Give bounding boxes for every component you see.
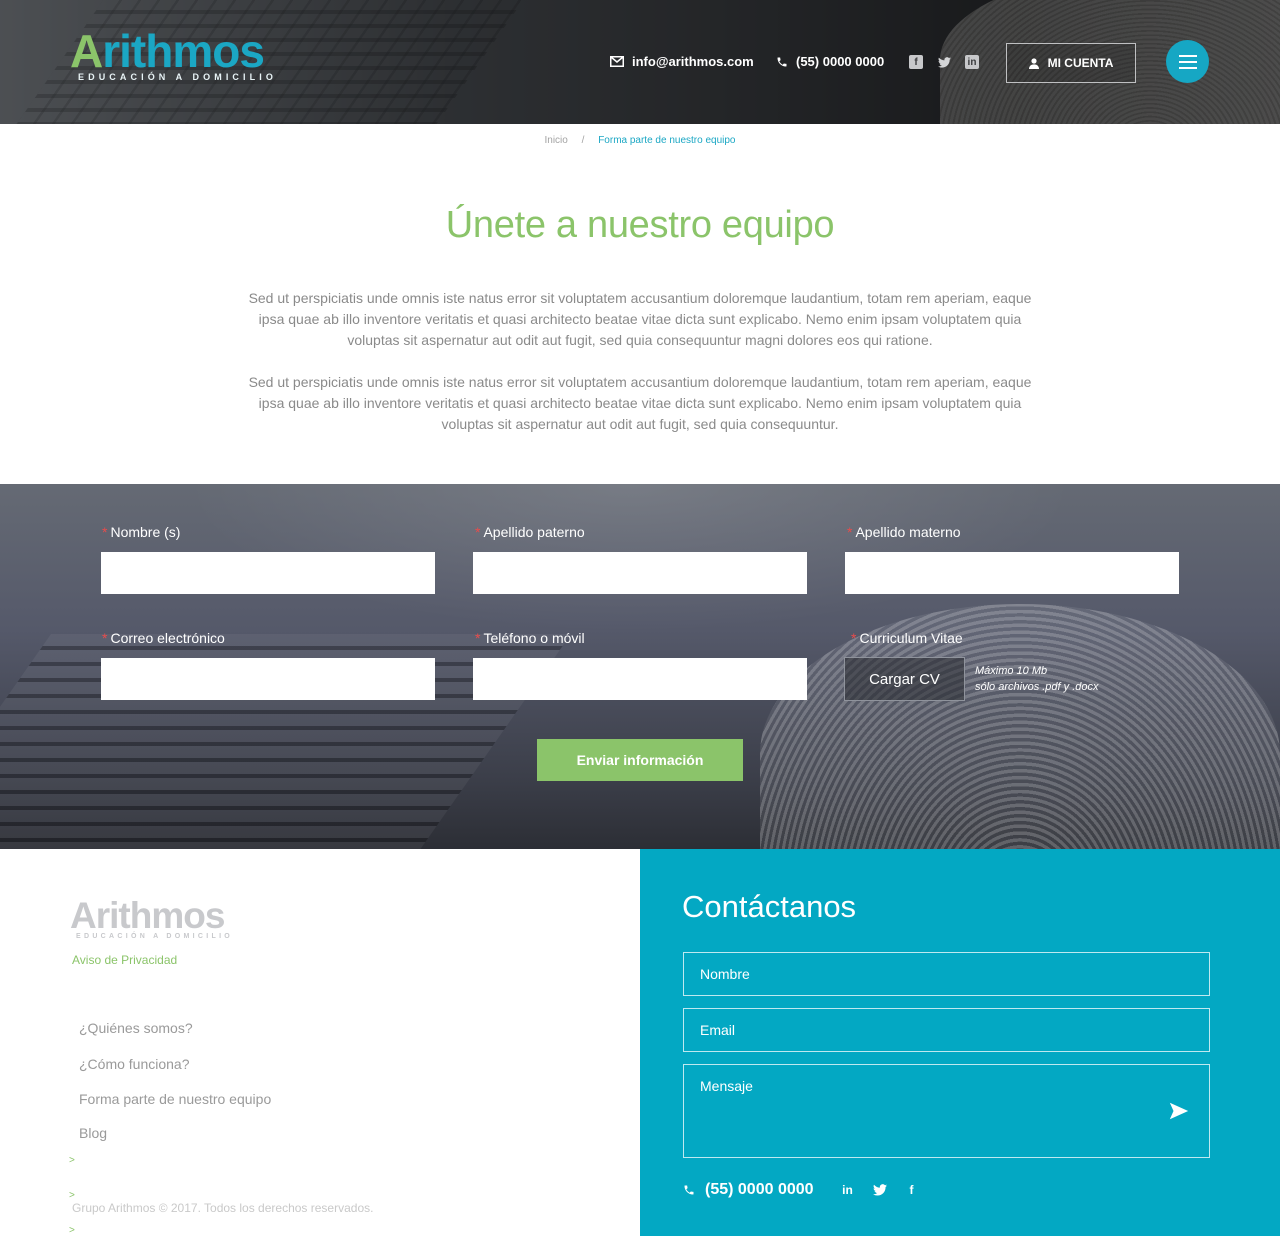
logo-tagline: EDUCACIÓN A DOMICILIO [78, 72, 277, 82]
upload-cv-button[interactable]: Cargar CV [844, 657, 965, 701]
footer-left: Arithmos EDUCACIÓN A DOMICILIO Aviso de … [0, 849, 640, 1236]
privacy-notice-link[interactable]: Aviso de Privacidad [72, 953, 177, 967]
phone-icon [777, 57, 787, 66]
header-phone-link[interactable]: (55) 0000 0000 [776, 54, 884, 69]
background-book-image [760, 604, 1280, 849]
site-logo[interactable]: Arithmos EDUCACIÓN A DOMICILIO [70, 26, 282, 86]
email-label: * Correo electrónico [102, 630, 225, 646]
required-mark: * [847, 524, 853, 540]
linkedin-icon[interactable]: in [840, 1182, 855, 1198]
contact-message-field[interactable]: Mensaje [683, 1064, 1210, 1158]
phone-field[interactable] [473, 658, 807, 700]
email-field[interactable] [101, 658, 435, 700]
my-account-label: MI CUENTA [1047, 56, 1114, 70]
contact-social-links: in f [840, 1182, 919, 1198]
required-mark: * [475, 524, 481, 540]
contact-panel: Contáctanos Nombre Email Mensaje (55) 00… [640, 849, 1280, 1236]
copyright-text: Grupo Arithmos © 2017. Todos los derecho… [72, 1201, 374, 1215]
chevron-right-icon: > [69, 1155, 75, 1166]
required-mark: * [475, 630, 481, 646]
maternal-surname-label: * Apellido materno [847, 524, 961, 540]
paternal-surname-field[interactable] [473, 552, 807, 594]
cv-upload-note: Máximo 10 Mb sólo archivos .pdf y .docx [975, 665, 1099, 693]
header-email-text: info@arithmos.com [632, 54, 754, 69]
site-header: Arithmos EDUCACIÓN A DOMICILIO info@arit… [0, 0, 1280, 124]
envelope-icon [610, 56, 624, 67]
first-name-field[interactable] [101, 552, 435, 594]
required-mark: * [102, 524, 108, 540]
contact-phone[interactable]: (55) 0000 0000 [683, 1181, 814, 1199]
phone-label: * Teléfono o móvil [475, 630, 585, 646]
chevron-right-icon: > [69, 1190, 75, 1201]
required-mark: * [102, 630, 108, 646]
breadcrumb: Inicio / Forma parte de nuestro equipo [0, 135, 1280, 146]
maternal-surname-field[interactable] [845, 552, 1179, 594]
footer-nav-join-team[interactable]: Forma parte de nuestro equipo [79, 1091, 271, 1107]
facebook-icon[interactable]: f [904, 1182, 919, 1198]
contact-name-field[interactable]: Nombre [683, 952, 1210, 996]
twitter-icon[interactable] [872, 1182, 887, 1198]
logo-wordmark: Arithmos [70, 25, 265, 77]
hamburger-icon [1178, 54, 1197, 57]
linkedin-icon[interactable]: in [965, 55, 979, 69]
footer-logo-wordmark: Arithmos [70, 895, 225, 936]
cv-label: * Curriculum Vitae [851, 630, 963, 646]
page-title: Únete a nuestro equipo [445, 204, 835, 246]
facebook-icon[interactable]: f [909, 55, 923, 69]
required-mark: * [851, 630, 857, 646]
footer-nav-how-it-works[interactable]: ¿Cómo funciona? [79, 1056, 190, 1072]
header-phone-text: (55) 0000 0000 [796, 54, 885, 69]
header-social-links: f in [909, 55, 979, 69]
hamburger-menu-button[interactable] [1166, 40, 1209, 83]
footer-nav-blog[interactable]: Blog [79, 1125, 107, 1141]
header-email-link[interactable]: info@arithmos.com [610, 54, 754, 69]
paternal-surname-label: * Apellido paterno [475, 524, 585, 540]
twitter-icon[interactable] [937, 55, 951, 69]
footer-logo[interactable]: Arithmos EDUCACIÓN A DOMICILIO [70, 896, 246, 946]
contact-phone-text: (55) 0000 0000 [705, 1181, 814, 1198]
intro-paragraph: Sed ut perspiciatis unde omnis iste natu… [248, 374, 1032, 432]
footer-nav-about[interactable]: ¿Quiénes somos? [79, 1020, 193, 1036]
chevron-right-icon: > [69, 1225, 75, 1236]
contact-email-field[interactable]: Email [683, 1008, 1210, 1052]
intro-paragraph: Sed ut perspiciatis unde omnis iste natu… [248, 290, 1032, 348]
user-icon [1028, 57, 1039, 69]
breadcrumb-home-link[interactable]: Inicio [544, 135, 567, 146]
send-icon[interactable] [1168, 1100, 1190, 1122]
submit-application-button[interactable]: Enviar información [537, 739, 743, 781]
breadcrumb-separator: / [581, 135, 585, 146]
my-account-button[interactable]: MI CUENTA [1006, 43, 1136, 83]
phone-icon [684, 1185, 694, 1195]
first-name-label: * Nombre (s) [102, 524, 181, 540]
footer-logo-tagline: EDUCACIÓN A DOMICILIO [76, 933, 234, 940]
breadcrumb-current: Forma parte de nuestro equipo [598, 135, 736, 146]
contact-title: Contáctanos [682, 889, 857, 924]
